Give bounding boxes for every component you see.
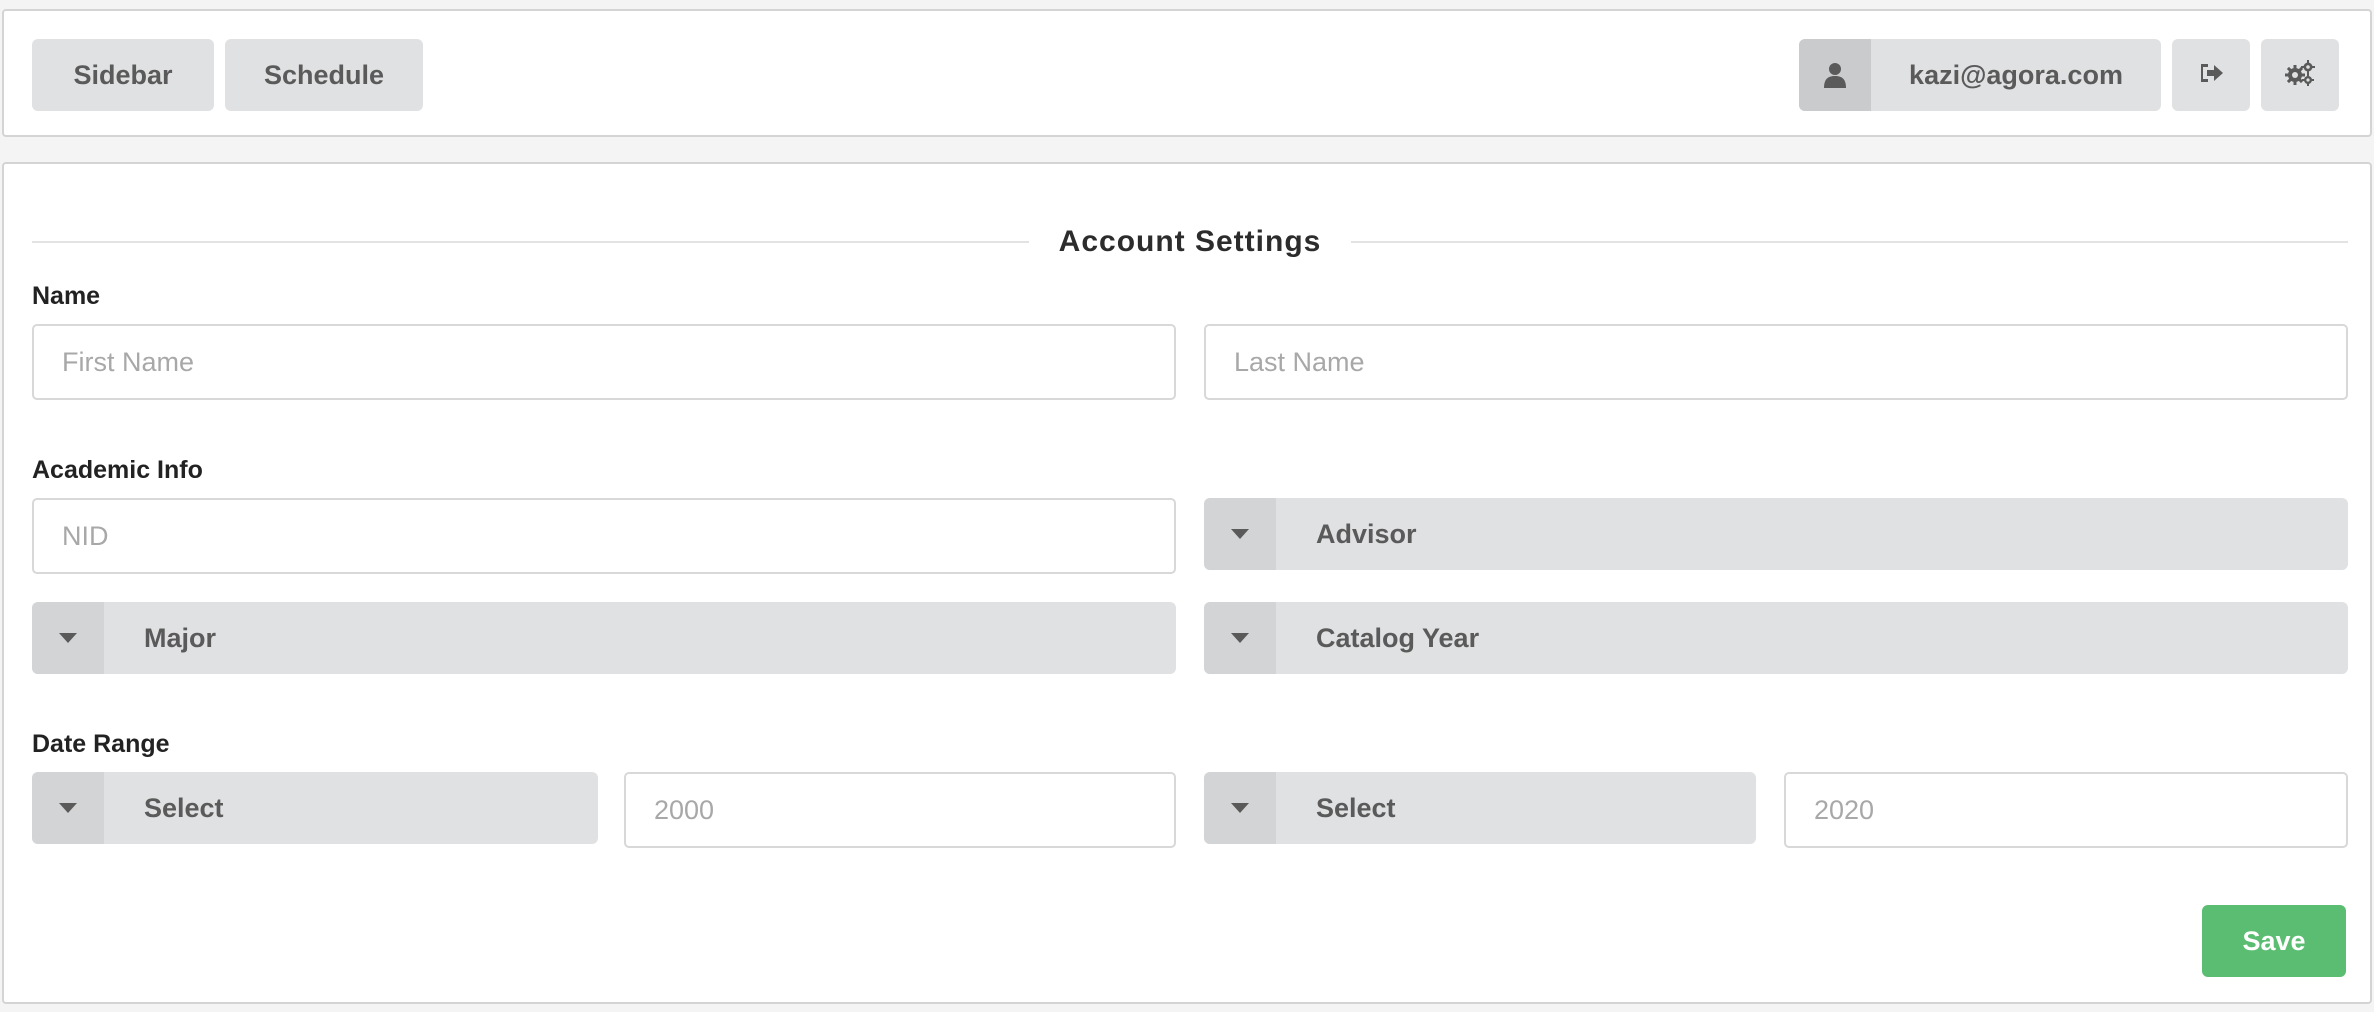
last-name-input[interactable] bbox=[1204, 324, 2348, 400]
account-settings-form: Account Settings Name Academic Info Advi… bbox=[2, 162, 2372, 1004]
save-button[interactable]: Save bbox=[2202, 905, 2346, 977]
catalog-year-dropdown[interactable]: Catalog Year bbox=[1204, 602, 2348, 674]
dropdown-caret-icon bbox=[32, 772, 104, 844]
start-term-dropdown-label: Select bbox=[144, 792, 224, 823]
sign-out-icon bbox=[2198, 62, 2224, 89]
dropdown-caret-icon bbox=[1204, 772, 1276, 844]
sidebar-button[interactable]: Sidebar bbox=[32, 39, 214, 111]
academic-info-label: Academic Info bbox=[32, 456, 203, 484]
catalog-year-dropdown-label: Catalog Year bbox=[1316, 622, 1480, 653]
dropdown-caret-icon bbox=[1204, 498, 1276, 570]
page-title: Account Settings bbox=[1058, 225, 1322, 258]
dropdown-caret-icon bbox=[32, 602, 104, 674]
user-icon bbox=[1799, 39, 1871, 111]
advisor-dropdown[interactable]: Advisor bbox=[1204, 498, 2348, 570]
user-account-button[interactable]: kazi@agora.com bbox=[1799, 39, 2161, 111]
logout-button[interactable] bbox=[2172, 39, 2250, 111]
divider-line-right bbox=[1351, 241, 2348, 243]
end-year-input[interactable] bbox=[1784, 772, 2348, 848]
user-email: kazi@agora.com bbox=[1909, 59, 2123, 90]
settings-button[interactable] bbox=[2261, 39, 2339, 111]
nid-input[interactable] bbox=[32, 498, 1176, 574]
major-dropdown[interactable]: Major bbox=[32, 602, 1176, 674]
date-range-label: Date Range bbox=[32, 730, 170, 758]
first-name-input[interactable] bbox=[32, 324, 1176, 400]
major-dropdown-label: Major bbox=[144, 622, 217, 653]
form-header: Account Settings bbox=[32, 220, 2348, 264]
cogs-icon bbox=[2285, 59, 2315, 91]
end-term-dropdown-label: Select bbox=[1316, 792, 1396, 823]
advisor-dropdown-label: Advisor bbox=[1316, 518, 1417, 549]
start-term-dropdown[interactable]: Select bbox=[32, 772, 598, 844]
divider-line-left bbox=[32, 241, 1029, 243]
end-term-dropdown[interactable]: Select bbox=[1204, 772, 1756, 844]
schedule-button[interactable]: Schedule bbox=[225, 39, 423, 111]
top-menu-bar: Sidebar Schedule kazi@agora.com bbox=[2, 9, 2372, 137]
start-year-input[interactable] bbox=[624, 772, 1176, 848]
dropdown-caret-icon bbox=[1204, 602, 1276, 674]
name-section-label: Name bbox=[32, 282, 101, 310]
